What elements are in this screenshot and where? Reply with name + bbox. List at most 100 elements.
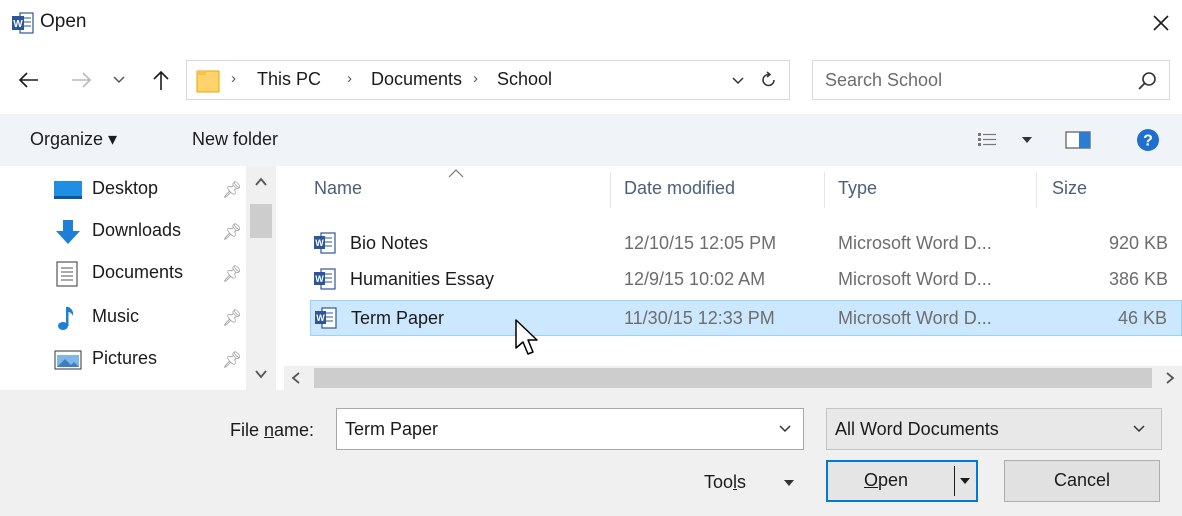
search-placeholder: Search School: [825, 70, 943, 90]
breadcrumb-school[interactable]: School: [497, 69, 552, 90]
scroll-right-button[interactable]: [1158, 366, 1182, 390]
breadcrumb-this-pc[interactable]: This PC: [257, 69, 321, 90]
label-accelerator: n: [264, 420, 275, 440]
nav-item-downloads[interactable]: Downloads 📌︎: [52, 212, 252, 252]
nav-item-desktop[interactable]: Desktop 📌︎: [52, 170, 252, 210]
chevron-up-icon: [255, 177, 267, 186]
file-type-value: All Word Documents: [835, 419, 999, 439]
address-history-button[interactable]: [727, 69, 749, 93]
column-header-type[interactable]: Type: [838, 178, 877, 199]
chevron-down-icon: [255, 370, 267, 379]
label-text: File: [230, 420, 265, 440]
preview-pane-icon: [1065, 131, 1091, 149]
file-type-dropdown-button[interactable]: [1127, 417, 1151, 441]
recent-locations-button[interactable]: [108, 66, 130, 94]
column-header-name[interactable]: Name: [314, 178, 362, 199]
nav-scrollbar[interactable]: [246, 166, 276, 390]
label-text: ame:: [274, 420, 315, 440]
nav-item-music[interactable]: Music 📌︎: [52, 298, 252, 338]
word-document-icon: W: [315, 307, 337, 329]
refresh-icon: [762, 71, 775, 87]
address-bar[interactable]: › This PC › Documents › School: [186, 60, 790, 100]
svg-text:W: W: [315, 238, 324, 248]
nav-item-label: Downloads: [92, 220, 182, 240]
preview-pane-button[interactable]: [1062, 126, 1096, 154]
desktop-icon: [54, 181, 82, 199]
details-view-icon: [978, 133, 1032, 146]
arrow-right-icon: [72, 72, 92, 88]
back-button[interactable]: [14, 64, 44, 96]
split-divider: [954, 466, 955, 496]
mouse-cursor-icon: [515, 319, 538, 355]
scroll-thumb[interactable]: [250, 204, 272, 238]
column-header-date-modified[interactable]: Date modified: [624, 178, 735, 199]
arrow-left-icon: [18, 72, 38, 88]
horizontal-scrollbar[interactable]: [284, 366, 1182, 390]
pin-icon[interactable]: 📌︎: [222, 180, 242, 200]
word-document-icon: W: [314, 268, 336, 290]
nav-item-pictures[interactable]: Pictures 📌︎: [52, 340, 252, 380]
breadcrumb-documents[interactable]: Documents: [371, 69, 462, 90]
file-type-select[interactable]: All Word Documents: [826, 408, 1162, 450]
pin-icon[interactable]: 📌︎: [222, 264, 242, 284]
chevron-down-icon: [779, 425, 791, 433]
scroll-down-button[interactable]: [246, 362, 276, 386]
pin-icon[interactable]: 📌︎: [222, 350, 242, 370]
file-name-value: Term Paper: [345, 419, 439, 439]
file-type: Microsoft Word D...: [838, 269, 992, 289]
close-button[interactable]: [1146, 6, 1176, 40]
cancel-button[interactable]: Cancel: [1004, 460, 1160, 502]
file-size: 46 KB: [1117, 308, 1167, 328]
help-icon[interactable]: ?: [1136, 128, 1160, 152]
file-type: Microsoft Word D...: [838, 233, 992, 253]
scroll-left-button[interactable]: [284, 366, 308, 390]
pin-icon[interactable]: 📌︎: [222, 308, 242, 328]
change-view-button[interactable]: [974, 126, 1042, 154]
new-folder-button[interactable]: New folder: [192, 129, 278, 150]
pin-icon[interactable]: 📌︎: [222, 222, 242, 242]
scroll-up-button[interactable]: [246, 170, 276, 194]
open-options-arrow-icon[interactable]: [958, 472, 972, 490]
file-row-humanities-essay[interactable]: W Humanities Essay 12/9/15 10:02 AM Micr…: [310, 262, 1182, 298]
file-name: Bio Notes: [350, 233, 429, 253]
tools-button[interactable]: Tools: [704, 470, 804, 500]
file-name: Term Paper: [351, 308, 445, 328]
chevron-right-icon: [1166, 372, 1175, 384]
file-row-term-paper[interactable]: W Term Paper 11/30/15 12:33 PM Microsoft…: [310, 300, 1182, 336]
open-button[interactable]: Open: [826, 460, 978, 502]
svg-text:?: ?: [1143, 133, 1153, 150]
chevron-left-icon: [291, 372, 300, 384]
navigation-pane: Desktop 📌︎ Downloads 📌︎ Documents 📌︎ Mus…: [0, 166, 276, 390]
breadcrumb-separator: ›: [347, 70, 352, 87]
file-date: 12/9/15 10:02 AM: [624, 269, 766, 289]
nav-item-documents[interactable]: Documents 📌︎: [52, 254, 252, 294]
scroll-thumb[interactable]: [314, 368, 1152, 388]
word-document-icon: W: [314, 232, 336, 254]
forward-button[interactable]: [66, 64, 96, 96]
chevron-down-icon: [113, 76, 125, 84]
file-row-bio-notes[interactable]: W Bio Notes 12/10/15 12:05 PM Microsoft …: [310, 226, 1182, 262]
chevron-down-icon: [1133, 425, 1145, 433]
label-text: pen: [878, 470, 909, 490]
file-list: Name Date modified Type Size W Bio Notes…: [296, 166, 1182, 366]
up-button[interactable]: [146, 64, 176, 96]
column-divider[interactable]: [1036, 172, 1037, 208]
cancel-label: Cancel: [1053, 470, 1111, 490]
documents-icon: [56, 261, 78, 287]
refresh-button[interactable]: [757, 67, 781, 93]
word-icon: W: [12, 12, 34, 34]
caret-down-icon: [784, 480, 794, 486]
chevron-down-icon: [732, 77, 744, 85]
file-name-dropdown-button[interactable]: [773, 417, 797, 441]
file-name-input[interactable]: Term Paper: [336, 408, 804, 450]
nav-item-label: Music: [92, 306, 140, 326]
column-divider[interactable]: [610, 172, 611, 208]
column-header-size[interactable]: Size: [1052, 178, 1087, 199]
search-input[interactable]: Search School: [812, 60, 1170, 100]
svg-text:W: W: [13, 19, 23, 30]
command-bar: Organize ▾ New folder ?: [0, 114, 1182, 166]
breadcrumb-separator: ›: [231, 70, 236, 87]
organize-button[interactable]: Organize ▾: [30, 129, 117, 150]
nav-item-label: Documents: [92, 262, 184, 282]
column-divider[interactable]: [824, 172, 825, 208]
